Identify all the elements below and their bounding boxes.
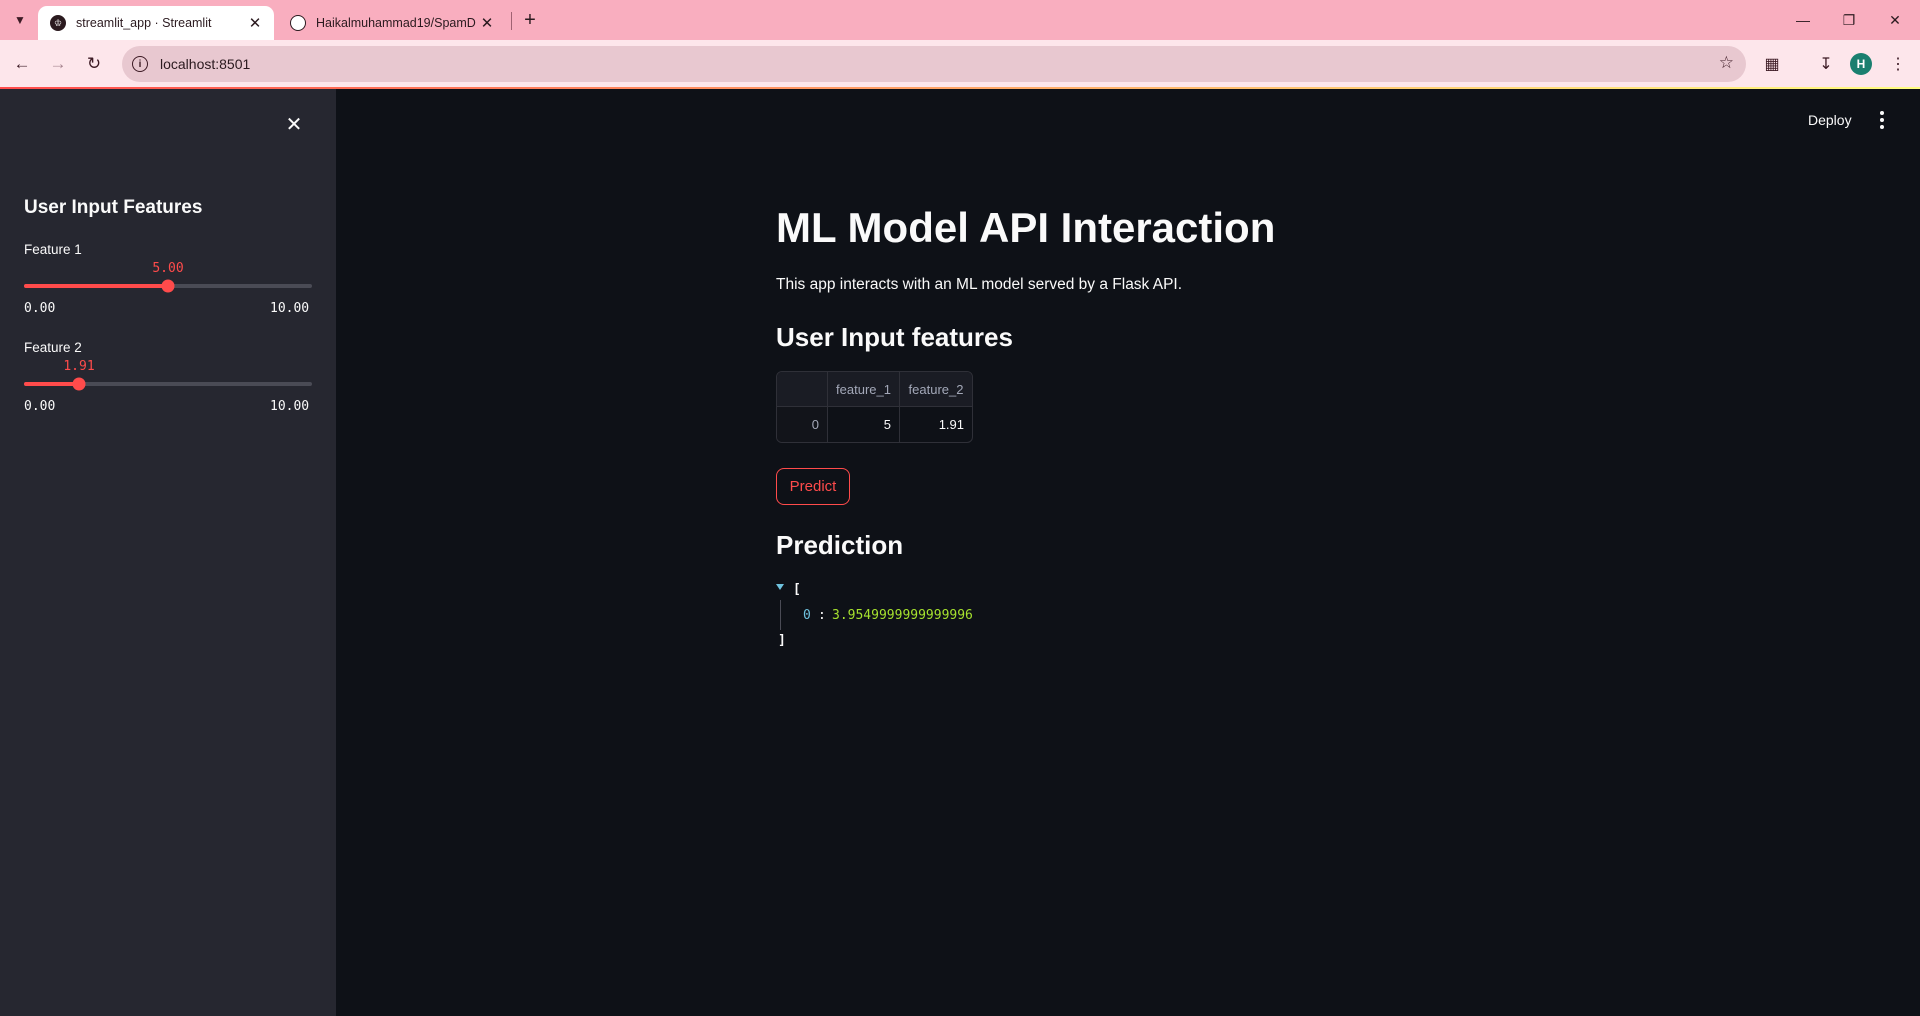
json-separator: : bbox=[818, 608, 826, 623]
close-tab-icon[interactable]: ✕ bbox=[244, 12, 266, 34]
close-sidebar-icon[interactable]: ✕ bbox=[282, 112, 306, 136]
feature-2-slider-thumb[interactable] bbox=[72, 377, 86, 391]
streamlit-favicon-icon: ♔ bbox=[50, 15, 66, 31]
sidebar-title: User Input Features bbox=[24, 197, 203, 218]
close-window-button[interactable]: ✕ bbox=[1872, 0, 1918, 40]
table-cell[interactable]: 5 bbox=[828, 407, 900, 442]
minimize-window-button[interactable]: — bbox=[1780, 0, 1826, 40]
arrow-left-icon: ← bbox=[13, 54, 31, 73]
profile-avatar[interactable]: H bbox=[1850, 53, 1872, 75]
json-value: 3.9549999999999996 bbox=[832, 608, 973, 623]
close-tab-icon[interactable]: ✕ bbox=[476, 12, 498, 34]
reload-icon: ↻ bbox=[86, 54, 102, 73]
page-description: This app interacts with an ML model serv… bbox=[776, 276, 1183, 293]
tab-divider bbox=[511, 12, 512, 30]
table-header-feature-1[interactable]: feature_1 bbox=[828, 372, 900, 407]
feature-1-slider-track[interactable] bbox=[24, 279, 312, 293]
main-menu-icon[interactable] bbox=[1874, 110, 1890, 130]
feature-2-slider-fill bbox=[24, 382, 79, 386]
github-favicon-icon bbox=[290, 15, 306, 31]
chevron-down-icon: ▼ bbox=[14, 13, 26, 27]
bookmark-star-icon[interactable]: ☆ bbox=[1719, 53, 1734, 73]
extensions-icon[interactable]: ▦ bbox=[1758, 50, 1786, 78]
json-indent-guide bbox=[780, 600, 781, 630]
forward-button[interactable]: → bbox=[44, 50, 72, 78]
collapse-caret-icon[interactable] bbox=[776, 584, 784, 590]
json-open-bracket: [ bbox=[793, 582, 801, 597]
feature-2-min: 0.00 bbox=[24, 399, 56, 414]
sidebar: ✕ User Input Features Feature 1 5.00 0.0… bbox=[0, 89, 336, 1016]
feature-1-slider-fill bbox=[24, 284, 168, 288]
browser-menu-icon[interactable]: ⋮ bbox=[1884, 50, 1912, 78]
feature-2-value: 1.91 bbox=[63, 359, 95, 374]
feature-1-max: 10.00 bbox=[270, 301, 310, 316]
feature-1-value: 5.00 bbox=[152, 261, 184, 276]
table-header-index bbox=[777, 372, 828, 407]
feature-1-min: 0.00 bbox=[24, 301, 56, 316]
input-dataframe[interactable]: feature_1 feature_2 0 5 1.91 bbox=[776, 371, 973, 443]
feature-1-slider-thumb[interactable] bbox=[161, 279, 175, 293]
page-title: ML Model API Interaction bbox=[776, 204, 1276, 251]
tab-title: streamlit_app · Streamlit bbox=[76, 16, 212, 30]
browser-tab-inactive[interactable]: Haikalmuhammad19/SpamDete ✕ bbox=[278, 6, 506, 40]
input-heading: User Input features bbox=[776, 322, 1013, 352]
arrow-right-icon: → bbox=[49, 54, 67, 73]
address-bar[interactable]: i localhost:8501 ☆ bbox=[122, 46, 1746, 82]
feature-1-label: Feature 1 bbox=[24, 242, 82, 257]
deploy-button[interactable]: Deploy bbox=[1808, 112, 1852, 128]
tab-search-button[interactable]: ▼ bbox=[8, 8, 32, 32]
feature-2-max: 10.00 bbox=[270, 399, 310, 414]
reload-button[interactable]: ↻ bbox=[80, 50, 108, 78]
table-row-index: 0 bbox=[777, 407, 828, 442]
browser-toolbar: ← → ↻ i localhost:8501 ☆ ▦ ↧ H ⋮ bbox=[0, 40, 1920, 88]
site-info-icon[interactable]: i bbox=[132, 56, 148, 72]
json-close-bracket: ] bbox=[778, 633, 786, 648]
tab-title: Haikalmuhammad19/SpamDete bbox=[316, 16, 476, 30]
new-tab-button[interactable]: + bbox=[518, 8, 542, 32]
json-key: 0 bbox=[803, 608, 811, 623]
feature-2-slider-track[interactable] bbox=[24, 377, 312, 391]
browser-tab-active[interactable]: ♔ streamlit_app · Streamlit ✕ bbox=[38, 6, 274, 40]
browser-tab-bar: ▼ ♔ streamlit_app · Streamlit ✕ Haikalmu… bbox=[0, 0, 1920, 40]
feature-2-label: Feature 2 bbox=[24, 340, 82, 355]
table-cell[interactable]: 1.91 bbox=[900, 407, 972, 442]
prediction-heading: Prediction bbox=[776, 530, 904, 560]
predict-button[interactable]: Predict bbox=[776, 468, 850, 505]
back-button[interactable]: ← bbox=[8, 50, 36, 78]
restore-window-button[interactable]: ❐ bbox=[1826, 0, 1872, 40]
table-header-feature-2[interactable]: feature_2 bbox=[900, 372, 972, 407]
download-icon[interactable]: ↧ bbox=[1812, 50, 1840, 78]
url-text: localhost:8501 bbox=[160, 56, 251, 72]
